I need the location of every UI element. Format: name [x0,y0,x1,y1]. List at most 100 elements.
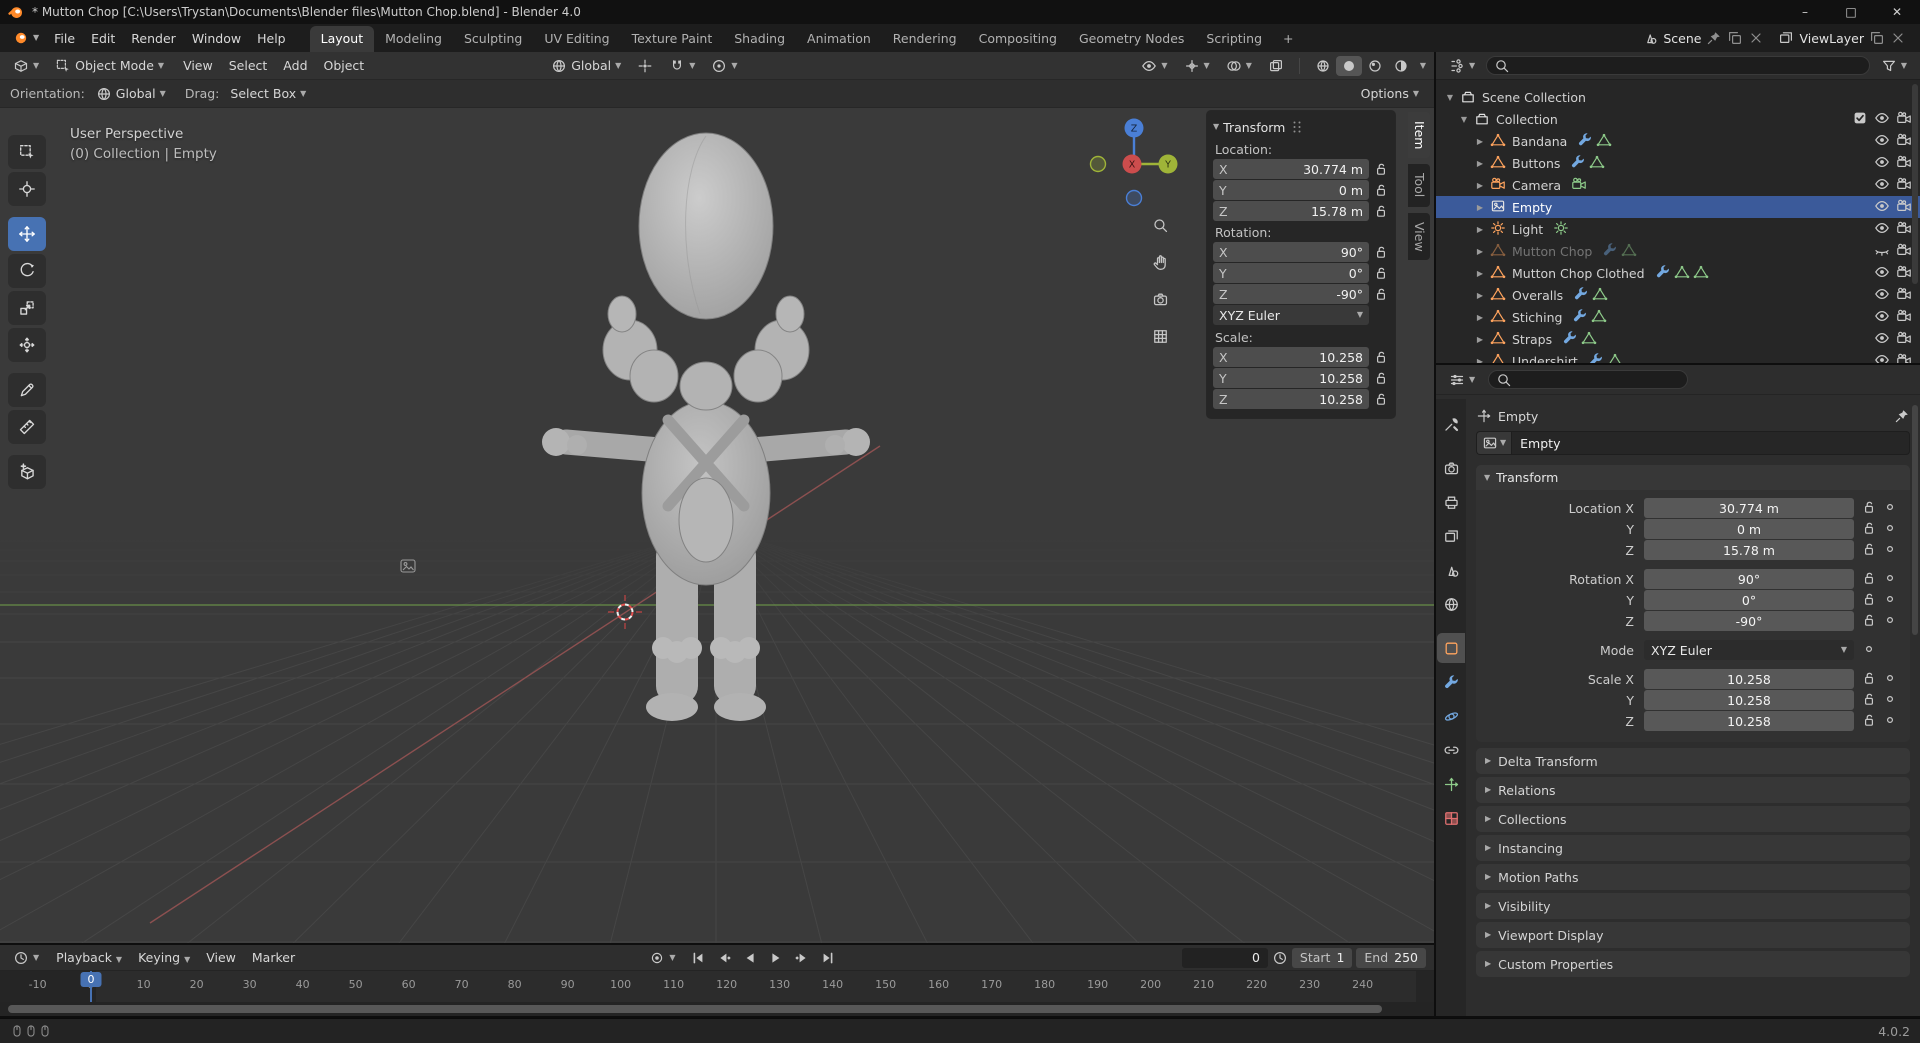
object-name-field[interactable]: Empty [1511,431,1910,455]
properties-tab-scene[interactable] [1437,555,1465,585]
scale-x-field[interactable]: 10.258 [1644,669,1854,689]
animate-decorator[interactable] [1882,670,1898,689]
drag-dropdown[interactable]: Select Box▼ [225,84,311,103]
exclude-checkbox[interactable] [1852,110,1868,129]
properties-search[interactable] [1488,370,1688,389]
hide-toggle[interactable] [1874,308,1890,327]
rotation-mode-dropdown[interactable]: XYZ Euler▼ [1213,305,1369,325]
scene-selector[interactable]: Scene [1636,28,1770,48]
mode-dropdown[interactable]: Object Mode▼ [50,56,169,76]
timeline-menu-marker[interactable]: Marker [244,946,303,969]
transform-orientation-dropdown[interactable]: Global▼ [546,56,626,76]
transform-panel-header[interactable]: ▼ Transform [1476,465,1910,490]
zoom-button[interactable] [1147,212,1173,238]
viewport-menu-object[interactable]: Object [316,54,373,77]
render-toggle[interactable] [1896,110,1912,129]
workspace-tab-animation[interactable]: Animation [796,26,882,52]
outliner-item-label[interactable]: Scene Collection [1480,90,1588,105]
minimize-button[interactable]: – [1782,0,1828,24]
expand-icon[interactable]: ▶ [1474,313,1486,322]
rotation-mode-dropdown[interactable]: XYZ Euler▼ [1644,640,1854,660]
panel-delta-transform[interactable]: ▶Delta Transform [1476,748,1910,774]
animate-decorator[interactable] [1882,591,1898,610]
hide-toggle[interactable] [1874,132,1890,151]
location-z-field[interactable]: 15.78 m [1644,540,1854,560]
render-toggle[interactable] [1896,198,1912,217]
tool-annotate[interactable] [8,373,46,407]
viewport-menu-view[interactable]: View [175,54,221,77]
expand-icon[interactable]: ▶ [1474,181,1486,190]
object-visibility-dropdown[interactable]: ▼ [1136,56,1172,76]
pan-button[interactable] [1147,249,1173,275]
workspace-tab-texture-paint[interactable]: Texture Paint [621,26,724,52]
scale-y-field[interactable]: 10.258 [1644,690,1854,710]
workspace-tab-shading[interactable]: Shading [723,26,796,52]
lock-toggle[interactable] [1861,591,1877,610]
panel-motion-paths[interactable]: ▶Motion Paths [1476,864,1910,890]
expand-icon[interactable]: ▼ [1458,115,1470,124]
timeline-track[interactable]: -100102030405060708090100110120130140150… [0,971,1434,1002]
animate-decorator[interactable] [1882,570,1898,589]
outliner-item-label[interactable]: Straps [1510,332,1554,347]
gizmos-dropdown[interactable]: ▼ [1179,56,1215,76]
scrollbar-handle[interactable] [8,1005,1382,1013]
expand-icon[interactable]: ▶ [1474,291,1486,300]
outliner-item-label[interactable]: Collection [1494,112,1560,127]
scale-x-field[interactable]: X10.258 [1213,347,1369,367]
workspace-tab-rendering[interactable]: Rendering [882,26,968,52]
tool-scale[interactable] [8,291,46,325]
outliner-row-camera[interactable]: ▶Camera [1436,174,1920,196]
menu-file[interactable]: File [46,27,83,50]
expand-icon[interactable]: ▶ [1474,335,1486,344]
jump-end-button[interactable] [815,948,841,968]
outliner-item-label[interactable]: Mutton Chop [1510,244,1594,259]
rotation-x-field[interactable]: X90° [1213,242,1369,262]
menu-help[interactable]: Help [249,27,294,50]
panel-relations[interactable]: ▶Relations [1476,777,1910,803]
shading-wireframe-toggle[interactable] [1310,56,1336,76]
rotation-z-field[interactable]: -90° [1644,611,1854,631]
tool-add-cube[interactable] [8,455,46,489]
properties-scrollbar[interactable] [1912,405,1918,635]
viewport-menu-select[interactable]: Select [221,54,276,77]
properties-search-input[interactable] [1517,372,1680,387]
proportional-editing-dropdown[interactable]: ▼ [706,56,742,76]
properties-tab-constraints[interactable] [1437,735,1465,765]
hide-toggle[interactable] [1874,220,1890,239]
maximize-button[interactable]: □ [1828,0,1874,24]
properties-tab-output[interactable] [1437,487,1465,517]
lock-toggle[interactable] [1861,570,1877,589]
panel-instancing[interactable]: ▶Instancing [1476,835,1910,861]
location-z-field[interactable]: Z15.78 m [1213,201,1369,221]
workspace-tab-sculpting[interactable]: Sculpting [453,26,533,52]
viewport-canvas[interactable]: User Perspective (0) Collection | Empty … [0,108,1434,943]
outliner-filter-button[interactable]: ▼ [1876,56,1912,76]
outliner-item-label[interactable]: Empty [1510,200,1554,215]
viewport-menu-add[interactable]: Add [275,54,315,77]
lock-toggle[interactable] [1861,520,1877,539]
render-toggle[interactable] [1896,132,1912,151]
properties-tab-world[interactable] [1437,589,1465,619]
lock-toggle[interactable] [1861,670,1877,689]
timeline-editor-type-button[interactable]: ▼ [8,948,44,968]
expand-icon[interactable]: ▶ [1474,357,1486,364]
frame-start-field[interactable]: Start1 [1292,948,1353,968]
animate-decorator[interactable] [1882,541,1898,560]
sidebar-tab-item[interactable]: Item [1408,112,1430,158]
outliner-editor-type-button[interactable]: ▼ [1444,56,1480,76]
render-toggle[interactable] [1896,330,1912,349]
expand-icon[interactable]: ▶ [1474,225,1486,234]
hide-toggle[interactable] [1874,198,1890,217]
workspace-tab-geometry-nodes[interactable]: Geometry Nodes [1068,26,1195,52]
outliner-item-label[interactable]: Stiching [1510,310,1564,325]
play-button[interactable] [763,948,789,968]
render-toggle[interactable] [1896,264,1912,283]
rotation-y-field[interactable]: Y0° [1213,263,1369,283]
hide-toggle[interactable] [1874,352,1890,364]
shading-dropdown[interactable]: ▼ [1420,62,1426,70]
scale-z-field[interactable]: 10.258 [1644,711,1854,731]
hide-toggle[interactable] [1874,242,1890,261]
prev-keyframe-button[interactable] [711,948,737,968]
properties-tab-texture[interactable] [1437,803,1465,833]
outliner-row-overalls[interactable]: ▶Overalls [1436,284,1920,306]
